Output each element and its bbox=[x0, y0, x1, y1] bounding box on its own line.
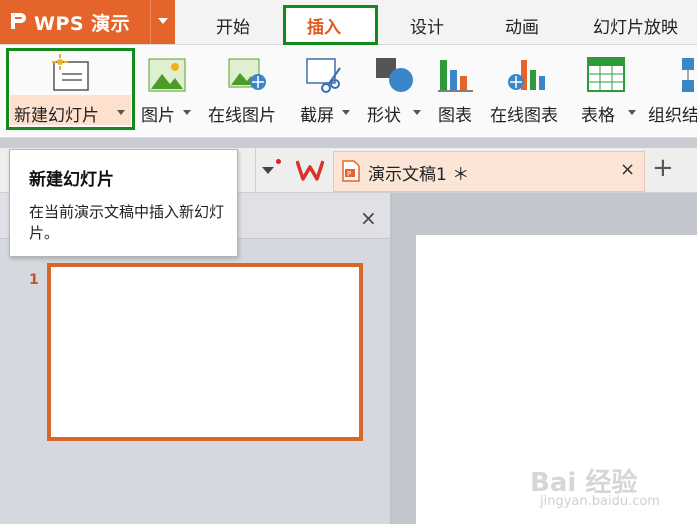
chart-button[interactable]: 图表 bbox=[438, 101, 472, 126]
app-name: WPS 演示 bbox=[34, 13, 131, 35]
slide-thumbnail[interactable] bbox=[47, 263, 363, 441]
tab-list-dropdown-icon[interactable] bbox=[262, 167, 274, 174]
online-chart-button[interactable]: 在线图表 bbox=[490, 101, 558, 126]
smartart-icon bbox=[682, 58, 694, 92]
close-panel-icon[interactable]: × bbox=[360, 206, 377, 230]
shape-button[interactable]: 形状 bbox=[367, 101, 401, 126]
menu-animation[interactable]: 动画 bbox=[505, 13, 539, 38]
new-slide-icon bbox=[52, 54, 89, 91]
picture-icon bbox=[148, 58, 186, 92]
picture-button[interactable]: 图片 bbox=[141, 101, 175, 126]
svg-text:P: P bbox=[347, 170, 351, 178]
table-button[interactable]: 表格 bbox=[581, 101, 615, 126]
presentation-file-icon: P bbox=[342, 160, 360, 182]
menu-insert[interactable]: 插入 bbox=[307, 13, 341, 38]
notification-dot-icon bbox=[276, 159, 281, 164]
tab-separator bbox=[255, 148, 256, 192]
table-icon bbox=[587, 57, 625, 92]
screenshot-button[interactable]: 截屏 bbox=[300, 101, 334, 126]
tooltip-title: 新建幻灯片 bbox=[29, 170, 114, 190]
online-chart-icon bbox=[508, 60, 545, 90]
wps-home-icon[interactable] bbox=[296, 159, 324, 181]
online-picture-button[interactable]: 在线图片 bbox=[208, 101, 276, 126]
online-picture-icon bbox=[228, 58, 266, 90]
menu-slideshow[interactable]: 幻灯片放映 bbox=[593, 13, 678, 38]
screenshot-icon bbox=[306, 58, 341, 93]
close-tab-icon[interactable]: × bbox=[620, 159, 635, 180]
table-dropdown-icon[interactable] bbox=[628, 110, 636, 115]
smartart-button[interactable]: 组织结 bbox=[648, 101, 697, 126]
menu-home[interactable]: 开始 bbox=[216, 13, 250, 38]
screenshot-dropdown-icon[interactable] bbox=[342, 110, 350, 115]
menu-design[interactable]: 设计 bbox=[410, 13, 444, 38]
chevron-down-icon bbox=[158, 18, 168, 24]
shape-dropdown-icon[interactable] bbox=[413, 110, 421, 115]
chart-icon bbox=[438, 60, 473, 92]
new-slide-label: 新建幻灯片 bbox=[14, 106, 99, 126]
new-slide-dropdown-icon[interactable] bbox=[117, 110, 125, 115]
tooltip-body: 在当前演示文稿中插入新幻灯片。 bbox=[29, 203, 225, 242]
new-tab-icon[interactable]: + bbox=[652, 153, 674, 183]
picture-dropdown-icon[interactable] bbox=[183, 110, 191, 115]
document-tab-title: 演示文稿1 ＊ bbox=[368, 165, 470, 185]
slide-number: 1 bbox=[29, 272, 39, 288]
wps-logo-icon bbox=[11, 13, 26, 29]
watermark-url: jingyan.baidu.com bbox=[540, 494, 660, 509]
shape-icon bbox=[376, 58, 413, 92]
